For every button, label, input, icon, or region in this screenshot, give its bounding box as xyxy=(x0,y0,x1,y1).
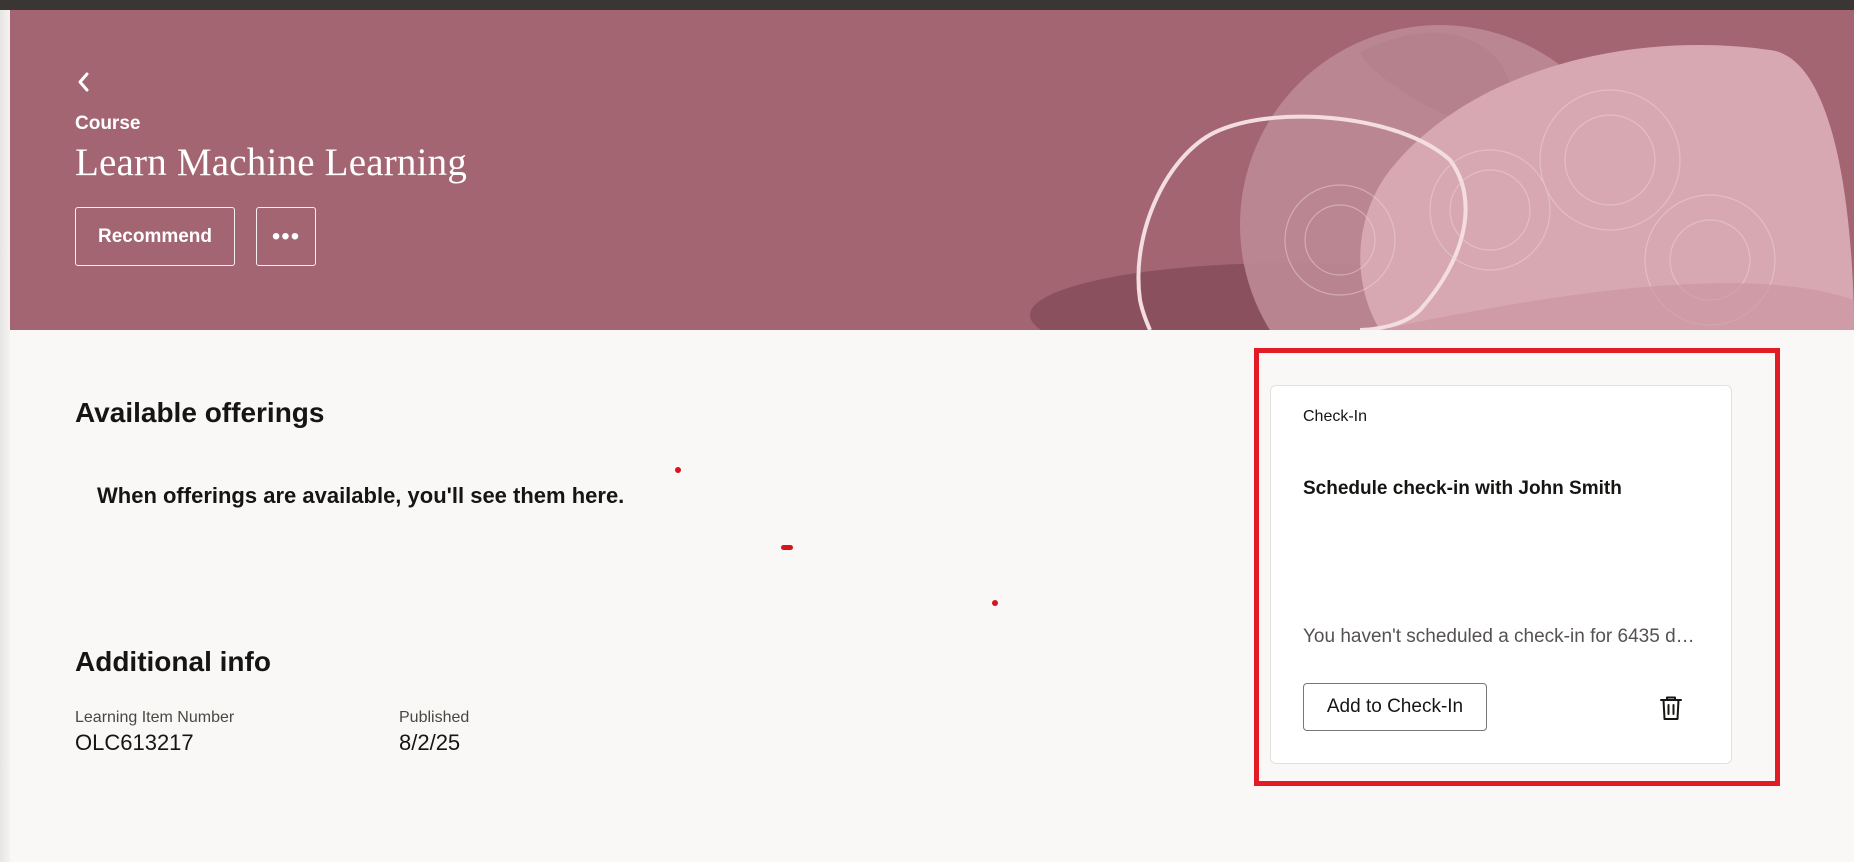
additional-info-heading: Additional info xyxy=(75,646,271,677)
published-value: 8/2/25 xyxy=(399,730,461,755)
page-title: Learn Machine Learning xyxy=(75,141,468,184)
card-type-label: Check-In xyxy=(1303,408,1368,425)
more-actions-button[interactable]: ••• xyxy=(256,207,316,266)
recommend-button[interactable]: Recommend xyxy=(75,207,235,266)
course-header-banner: Course Learn Machine Learning Recommend … xyxy=(10,10,1854,330)
trash-icon xyxy=(1660,696,1682,720)
back-button[interactable] xyxy=(74,68,102,96)
left-edge-texture xyxy=(0,10,10,862)
annotation-dot xyxy=(992,600,998,606)
item-type-label: Course xyxy=(75,113,141,134)
checkin-card: Check-In Schedule check-in with John Smi… xyxy=(1270,385,1732,764)
learning-item-number-value: OLC613217 xyxy=(75,730,194,755)
annotation-dot xyxy=(675,467,681,473)
chevron-left-icon xyxy=(78,72,89,92)
window-top-strip xyxy=(0,0,1854,10)
add-to-checkin-button[interactable]: Add to Check-In xyxy=(1303,683,1487,731)
published-label: Published xyxy=(399,709,470,726)
card-title: Schedule check-in with John Smith xyxy=(1303,478,1622,499)
annotation-dot xyxy=(781,545,793,550)
learning-item-number-label: Learning Item Number xyxy=(75,709,235,726)
more-horizontal-icon: ••• xyxy=(271,222,301,250)
offerings-empty-message: When offerings are available, you'll see… xyxy=(97,483,625,508)
available-offerings-heading: Available offerings xyxy=(75,397,325,428)
card-description: You haven't scheduled a check-in for 643… xyxy=(1303,626,1695,647)
delete-button[interactable] xyxy=(1653,690,1689,726)
